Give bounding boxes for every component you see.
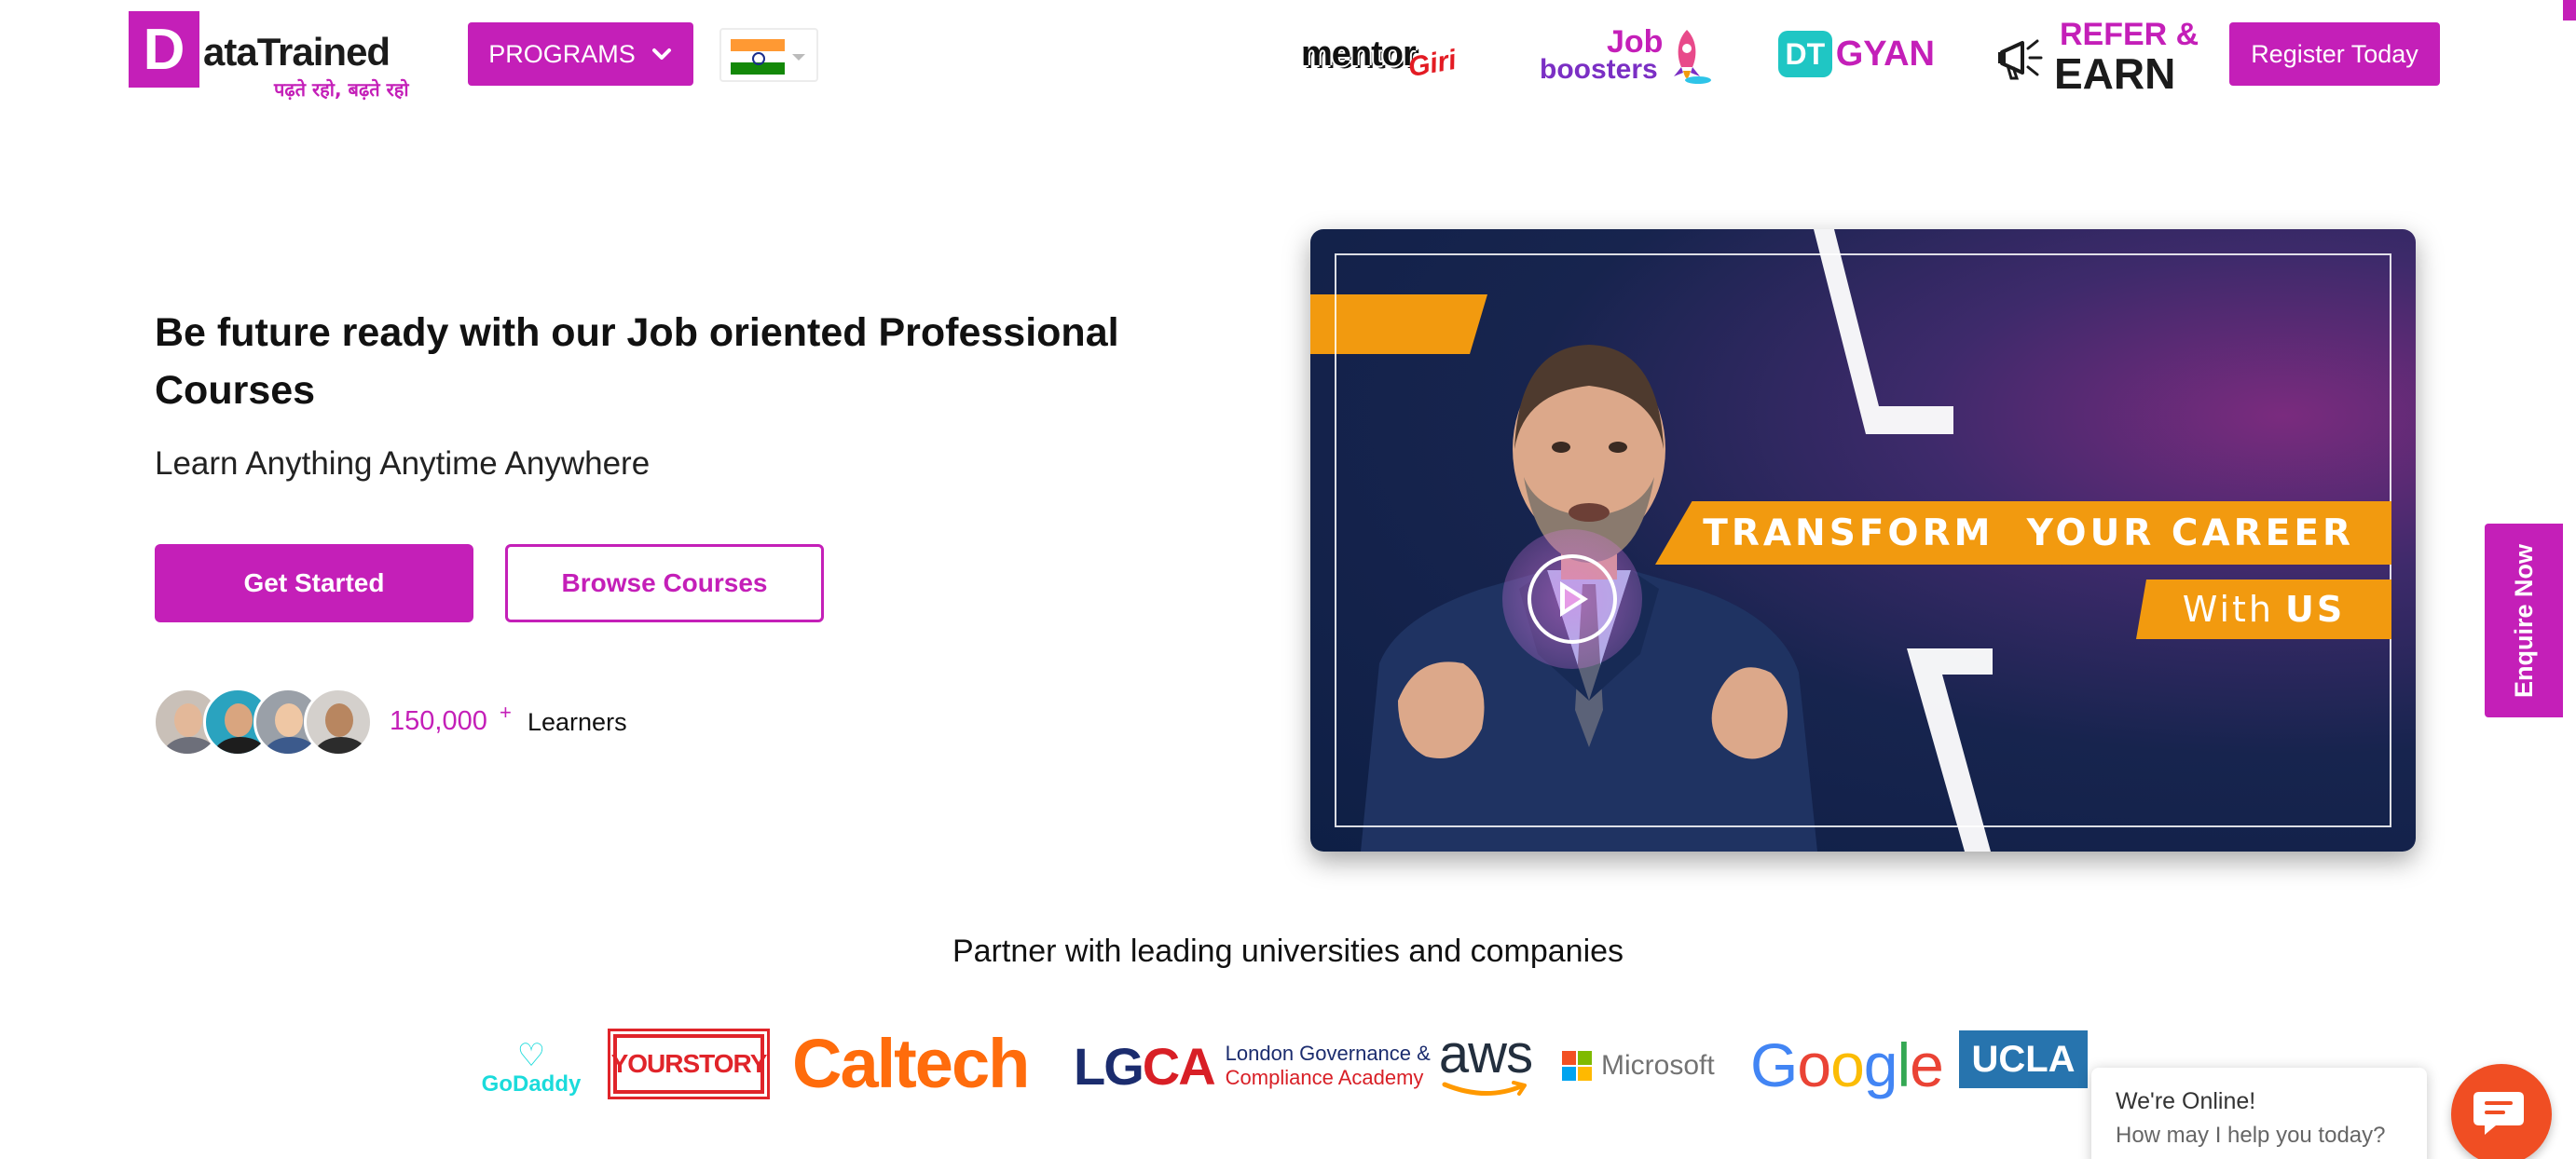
programs-dropdown-button[interactable]: PROGRAMS [468, 22, 693, 86]
mentorgiri-text: mentor [1301, 34, 1417, 74]
enquire-now-tab[interactable]: Enquire Now [2485, 524, 2563, 717]
logo-wordmark: ataTrained [203, 30, 391, 74]
get-started-button[interactable]: Get Started [155, 544, 473, 622]
enquire-now-label: Enquire Now [2509, 543, 2538, 698]
aws-smile-icon [1442, 1081, 1527, 1096]
job-boosters-text: boosters [1540, 54, 1658, 85]
learner-avatars [153, 688, 377, 758]
dt-gyan-text: GYAN [1835, 34, 1935, 74]
with-text: With [2182, 589, 2275, 630]
megaphone-icon [1998, 39, 2043, 80]
chat-prompt: How may I help you today? [2116, 1123, 2386, 1148]
godaddy-mark-icon: ♡ [516, 1037, 546, 1074]
chevron-down-icon [651, 48, 671, 60]
rocket-icon [1674, 30, 1711, 84]
us-text: US [2285, 589, 2346, 630]
chat-status: We're Online! [2116, 1088, 2256, 1114]
with-us-banner: With US [2136, 580, 2391, 639]
google-logo: Google [1750, 1030, 1944, 1099]
dt-gyan-icon: DT [1778, 31, 1832, 77]
caltech-logo: Caltech [792, 1024, 1030, 1102]
logo-letter: D [129, 11, 199, 88]
intro-video[interactable]: TRANSFORM YOUR CAREER With US [1310, 229, 2416, 852]
logo-tagline: पढ़ते रहो, बढ़ते रहो [274, 78, 409, 101]
chat-greeting-bubble[interactable]: We're Online! How may I help you today? [2091, 1068, 2427, 1159]
india-flag-icon [731, 39, 785, 75]
aws-logo: aws [1435, 1025, 1536, 1103]
learners-plus: + [500, 701, 512, 724]
learners-count: 150,000 [390, 706, 487, 736]
godaddy-logo: ♡ GoDaddy [481, 1037, 582, 1097]
country-selector[interactable] [719, 28, 818, 82]
chat-launcher-button[interactable] [2451, 1064, 2552, 1159]
earn-text: EARN [2054, 49, 2176, 98]
refer-earn-link[interactable]: REFER & EARN [1994, 17, 2199, 98]
page-edge-marker [2563, 0, 2576, 20]
browse-courses-button[interactable]: Browse Courses [505, 544, 824, 622]
ucla-logo: UCLA [1959, 1030, 2088, 1088]
mentorgiri-link[interactable]: mentor Giri [1301, 17, 1484, 91]
register-today-button[interactable]: Register Today [2229, 22, 2440, 86]
job-boosters-link[interactable]: Job boosters [1540, 17, 1713, 91]
site-header: D ataTrained पढ़ते रहो, बढ़ते रहो PROGRA… [0, 0, 2576, 112]
caret-down-icon [792, 54, 805, 61]
avatar [304, 688, 373, 757]
microsoft-grid-icon [1562, 1051, 1592, 1081]
partners-title: Partner with leading universities and co… [952, 934, 1624, 969]
yourstory-logo: YOURSTORY [608, 1029, 770, 1099]
chat-icon [2473, 1092, 2524, 1135]
programs-label: PROGRAMS [488, 39, 636, 68]
microsoft-logo: Microsoft [1562, 1043, 1715, 1088]
hero-title: Be future ready with our Job oriented Pr… [155, 310, 1119, 413]
transform-banner: TRANSFORM YOUR CAREER [1655, 501, 2391, 565]
transform-banner-text: TRANSFORM YOUR CAREER [1703, 511, 2354, 554]
mentorgiri-accent: Giri [1405, 44, 1459, 84]
datatrained-logo[interactable]: D ataTrained पढ़ते रहो, बढ़ते रहो [129, 11, 409, 101]
lgca-logo: LGCA London Governance & Compliance Acad… [1074, 1036, 1431, 1096]
learners-label: Learners [528, 708, 627, 736]
dt-gyan-link[interactable]: DT GYAN [1778, 17, 1935, 91]
hero-subtitle: Learn Anything Anytime Anywhere [155, 445, 651, 482]
play-video-button[interactable] [1502, 529, 1642, 669]
